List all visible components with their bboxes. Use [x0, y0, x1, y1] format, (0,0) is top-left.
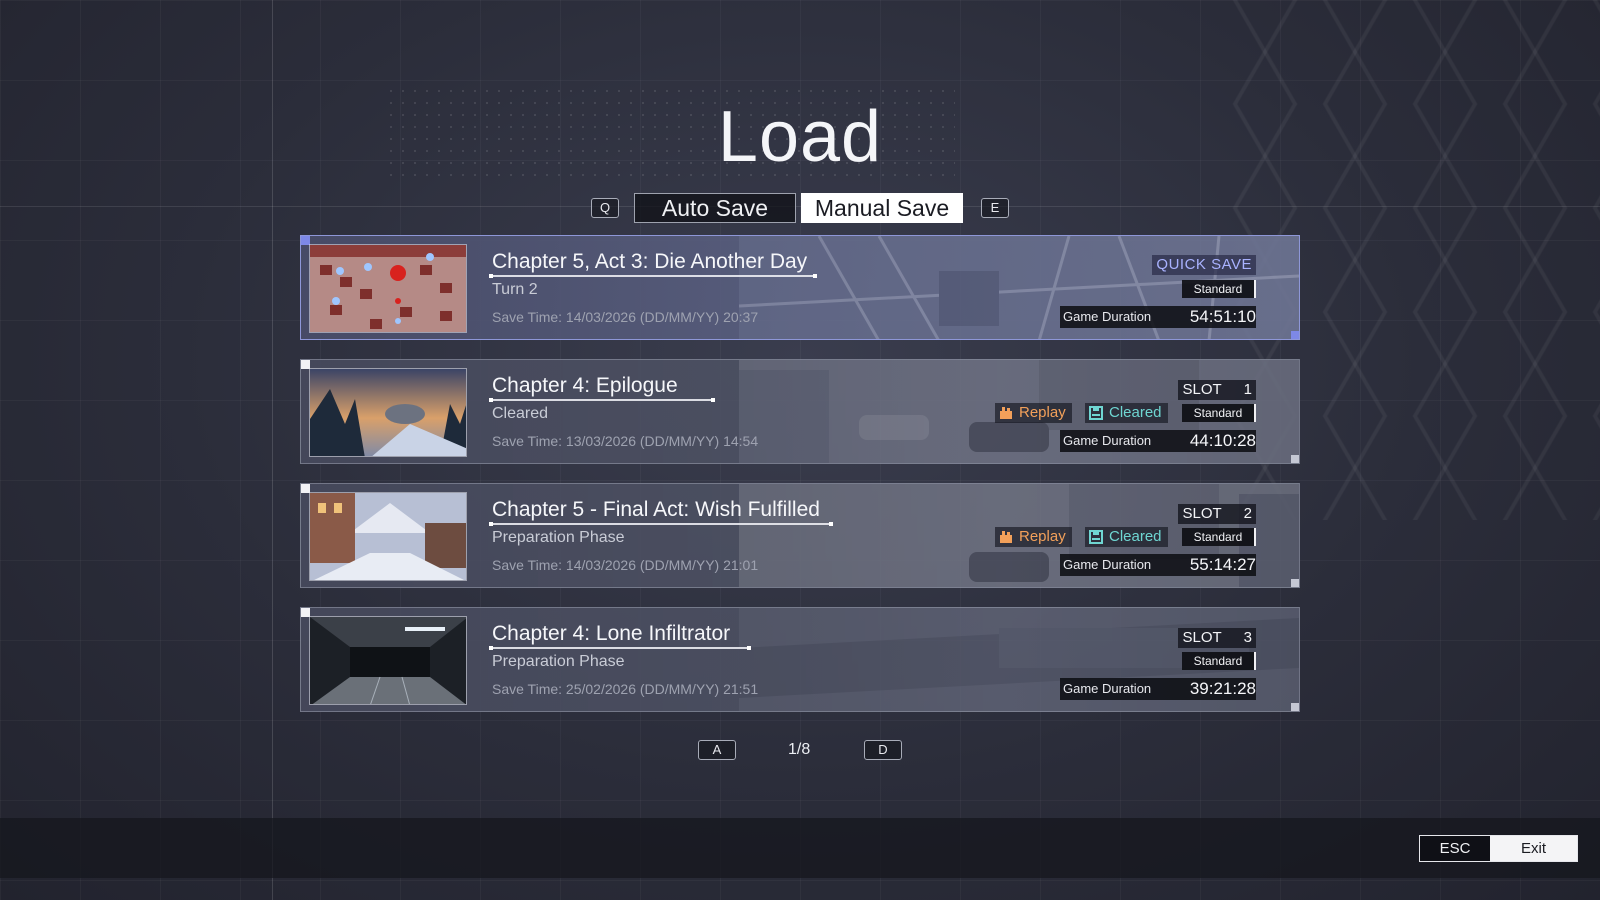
save-progress: Preparation Phase — [492, 653, 625, 670]
tab-auto-save[interactable]: Auto Save — [634, 193, 796, 223]
game-duration: Game Duration 55:14:27 — [1060, 554, 1256, 576]
slot-corner-marker — [1291, 579, 1299, 587]
cleared-tag: Cleared — [1085, 527, 1168, 547]
pagination: A 1/8 D — [0, 740, 1600, 762]
slot-number-label: SLOT 1 — [1178, 380, 1256, 400]
game-duration-label: Game Duration — [1063, 681, 1152, 696]
footer-bar — [0, 818, 1600, 878]
game-duration: Game Duration 54:51:10 — [1060, 306, 1256, 328]
slot-corner-marker — [1291, 455, 1299, 463]
exit-key: ESC — [1420, 836, 1490, 861]
save-thumbnail — [309, 492, 467, 581]
replay-icon — [1000, 531, 1012, 543]
slot-number-label: SLOT 2 — [1178, 504, 1256, 524]
title-underline — [489, 398, 715, 402]
slot-label-text: SLOT — [1182, 381, 1222, 398]
quick-save-label: QUICK SAVE — [1152, 255, 1256, 275]
save-progress: Turn 2 — [492, 281, 538, 298]
cleared-label: Cleared — [1109, 404, 1162, 421]
save-slot-quick[interactable]: Chapter 5, Act 3: Die Another Day Turn 2… — [300, 235, 1300, 340]
floppy-disk-icon — [1089, 530, 1103, 544]
save-time: Save Time: 14/03/2026 (DD/MM/YY) 21:01 — [492, 557, 759, 573]
save-thumbnail — [309, 616, 467, 705]
difficulty-badge: Standard — [1182, 528, 1256, 546]
exit-button[interactable]: ESC Exit — [1419, 835, 1578, 862]
cleared-tag: Cleared — [1085, 403, 1168, 423]
replay-label: Replay — [1019, 404, 1066, 421]
save-thumbnail — [309, 368, 467, 457]
game-duration-label: Game Duration — [1063, 557, 1152, 572]
save-tabs: Q Auto Save Manual Save E — [0, 193, 1600, 223]
save-progress: Preparation Phase — [492, 529, 625, 546]
game-duration: Game Duration 39:21:28 — [1060, 678, 1256, 700]
page-indicator: 1/8 — [788, 741, 811, 758]
save-title: Chapter 5, Act 3: Die Another Day — [492, 250, 808, 273]
game-duration: Game Duration 44:10:28 — [1060, 430, 1256, 452]
save-title: Chapter 4: Epilogue — [492, 374, 678, 397]
page-title: Load — [717, 97, 883, 177]
floppy-disk-icon — [1089, 406, 1103, 420]
save-slot-3[interactable]: Chapter 4: Lone Infiltrator Preparation … — [300, 607, 1300, 712]
replay-tag: Replay — [995, 403, 1072, 423]
tab-prev-key[interactable]: Q — [591, 198, 619, 218]
replay-tag: Replay — [995, 527, 1072, 547]
save-title: Chapter 4: Lone Infiltrator — [492, 622, 731, 645]
slot-label-text: SLOT — [1182, 629, 1222, 646]
save-time: Save Time: 14/03/2026 (DD/MM/YY) 20:37 — [492, 309, 759, 325]
selection-corner-marker — [1291, 331, 1299, 339]
replay-icon — [1000, 407, 1012, 419]
save-progress: Cleared — [492, 405, 549, 422]
slot-number: 3 — [1243, 629, 1252, 646]
game-duration-value: 39:21:28 — [1189, 679, 1256, 698]
game-duration-label: Game Duration — [1063, 433, 1152, 448]
save-time: Save Time: 25/02/2026 (DD/MM/YY) 21:51 — [492, 681, 759, 697]
slot-number: 2 — [1243, 505, 1252, 522]
save-thumbnail — [309, 244, 467, 333]
slot-number-label: SLOT 3 — [1178, 628, 1256, 648]
page-next-key[interactable]: D — [864, 740, 902, 760]
exit-label: Exit — [1490, 836, 1577, 861]
page-prev-key[interactable]: A — [698, 740, 736, 760]
slot-corner-marker — [1291, 703, 1299, 711]
save-slot-1[interactable]: Chapter 4: Epilogue Cleared Save Time: 1… — [300, 359, 1300, 464]
difficulty-badge: Standard — [1182, 280, 1256, 298]
title-underline — [489, 522, 833, 526]
save-title: Chapter 5 - Final Act: Wish Fulfilled — [492, 498, 820, 521]
tab-manual-save[interactable]: Manual Save — [801, 193, 963, 223]
difficulty-badge: Standard — [1182, 404, 1256, 422]
cleared-label: Cleared — [1109, 528, 1162, 545]
save-time: Save Time: 13/03/2026 (DD/MM/YY) 14:54 — [492, 433, 759, 449]
difficulty-badge: Standard — [1182, 652, 1256, 670]
tab-next-key[interactable]: E — [981, 198, 1009, 218]
save-slot-2[interactable]: Chapter 5 - Final Act: Wish Fulfilled Pr… — [300, 483, 1300, 588]
game-duration-label: Game Duration — [1063, 309, 1152, 324]
slot-number: 1 — [1243, 381, 1252, 398]
game-duration-value: 44:10:28 — [1189, 431, 1256, 450]
game-duration-value: 54:51:10 — [1189, 307, 1256, 326]
slot-label-text: SLOT — [1182, 505, 1222, 522]
title-underline — [489, 646, 751, 650]
replay-label: Replay — [1019, 528, 1066, 545]
game-duration-value: 55:14:27 — [1189, 555, 1256, 574]
title-underline — [489, 274, 817, 278]
